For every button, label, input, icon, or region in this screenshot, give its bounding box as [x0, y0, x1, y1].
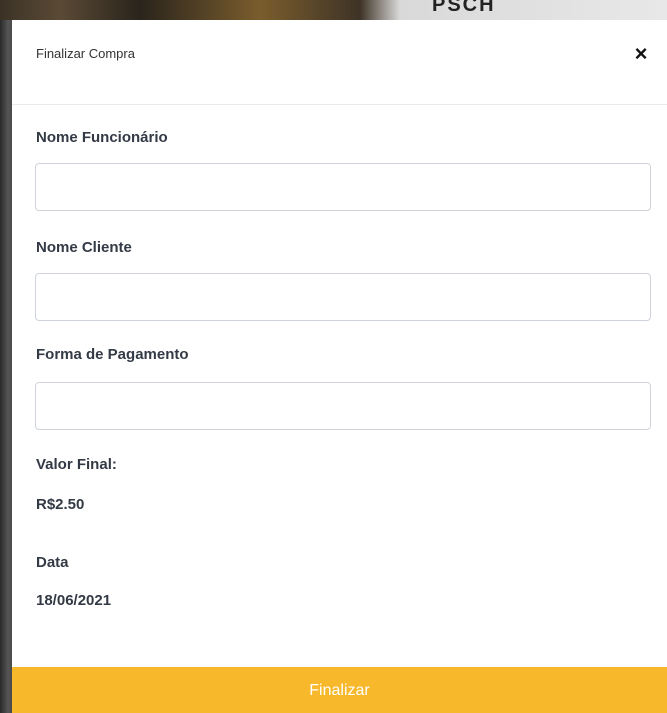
valor-final-label: Valor Final:	[36, 456, 117, 473]
finalizar-button[interactable]: Finalizar	[12, 667, 667, 713]
nome-cliente-input[interactable]	[35, 273, 651, 321]
modal-title: Finalizar Compra	[36, 46, 135, 61]
page-behind-strip: PSCH	[0, 0, 667, 20]
modal-header: Finalizar Compra ×	[12, 20, 667, 105]
forma-pagamento-label: Forma de Pagamento	[36, 346, 189, 363]
forma-pagamento-input[interactable]	[35, 382, 651, 430]
nome-funcionario-label: Nome Funcionário	[36, 129, 168, 146]
close-icon[interactable]: ×	[629, 42, 653, 66]
background-text: PSCH	[432, 0, 496, 16]
data-value: 18/06/2021	[36, 592, 112, 609]
nome-cliente-label: Nome Cliente	[36, 239, 132, 256]
data-label: Data	[36, 554, 69, 571]
nome-funcionario-input[interactable]	[35, 163, 651, 211]
valor-final-value: R$2.50	[36, 496, 85, 513]
finalizar-compra-modal: Finalizar Compra × Nome Funcionário Nome…	[12, 20, 667, 713]
